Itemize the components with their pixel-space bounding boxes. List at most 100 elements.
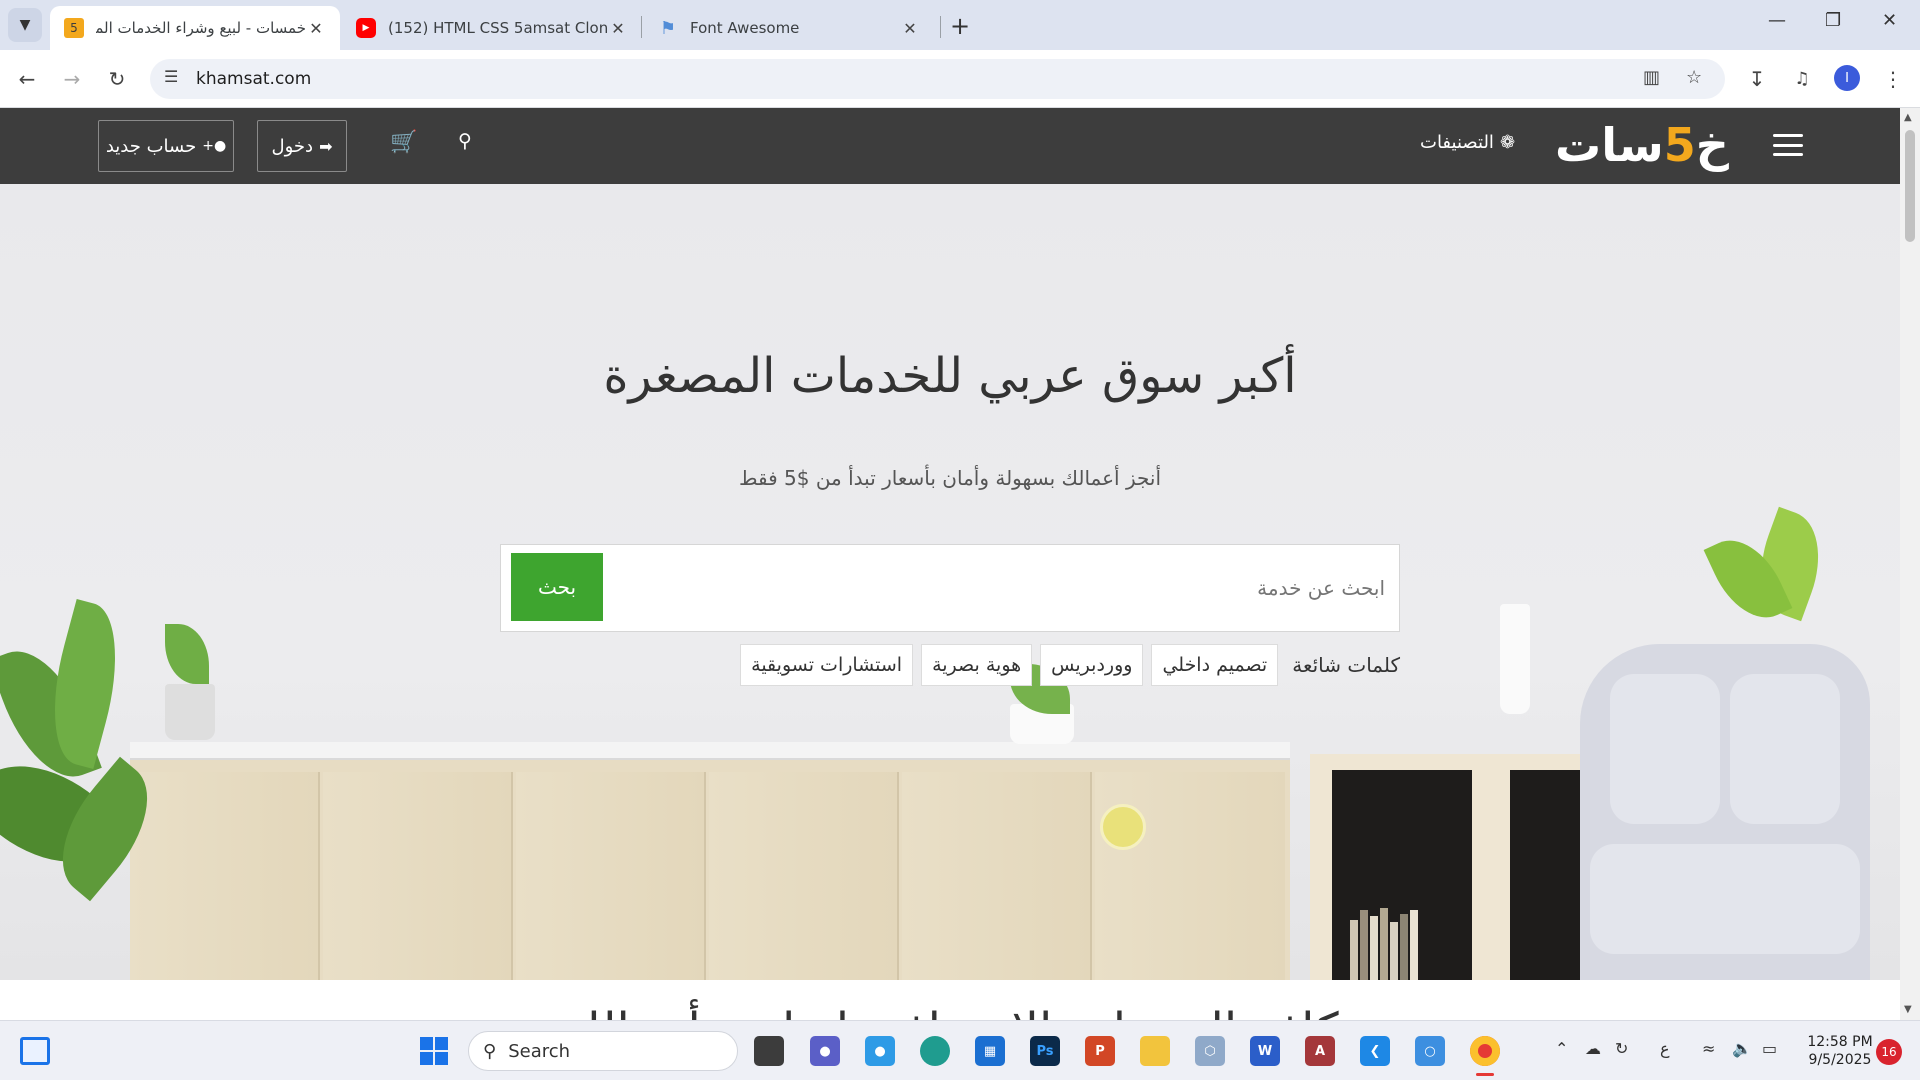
- categories-label: التصنيفات: [1420, 132, 1494, 153]
- keyword-tag[interactable]: هوية بصرية: [921, 644, 1033, 686]
- service-search-box: بحث: [500, 544, 1400, 632]
- browser-toolbar: ← → ↻ ☰ khamsat.com ▥ ☆ ↧ ♫ I ⋮: [0, 50, 1920, 108]
- pot-decoration: [165, 684, 215, 740]
- keyword-tag[interactable]: ووردبريس: [1040, 644, 1144, 686]
- menu-kebab-icon[interactable]: ⋮: [1876, 62, 1910, 96]
- site-info-icon[interactable]: ☰: [164, 67, 178, 86]
- keyword-tag[interactable]: استشارات تسويقية: [740, 644, 914, 686]
- search-submit-button[interactable]: بحث: [511, 553, 603, 621]
- reload-icon[interactable]: ↻: [100, 62, 134, 96]
- categories-link[interactable]: ❁ التصنيفات: [1420, 132, 1515, 153]
- access-icon[interactable]: A: [1305, 1036, 1335, 1066]
- profile-avatar[interactable]: I: [1834, 65, 1860, 91]
- tab-title: Font Awesome: [690, 19, 800, 37]
- hero-title: أكبر سوق عربي للخدمات المصغرة: [603, 348, 1297, 404]
- sync-icon[interactable]: ↻: [1615, 1039, 1628, 1058]
- taskbar-search-label: Search: [508, 1040, 571, 1062]
- chevron-down-icon: ▼: [19, 17, 31, 33]
- close-tab-icon[interactable]: ✕: [306, 19, 326, 38]
- word-icon[interactable]: W: [1250, 1036, 1280, 1066]
- store-icon[interactable]: ▦: [975, 1036, 1005, 1066]
- login-button[interactable]: ➡ دخول: [257, 120, 347, 172]
- page-scrollbar[interactable]: ▲ ▼: [1900, 108, 1920, 1020]
- tab-font-awesome[interactable]: ⚑ Font Awesome ✕: [644, 6, 934, 50]
- clock-time: 12:58 PM: [1807, 1034, 1873, 1050]
- logo-five: 5: [1663, 118, 1696, 172]
- bookmark-star-icon[interactable]: ☆: [1686, 67, 1702, 88]
- login-label: دخول: [271, 135, 314, 157]
- signup-button[interactable]: ●+ حساب جديد: [98, 120, 234, 172]
- scroll-down-icon[interactable]: ▼: [1904, 1004, 1912, 1015]
- restore-icon[interactable]: ❐: [1825, 10, 1841, 31]
- tab-separator: [940, 16, 941, 38]
- scrollbar-thumb[interactable]: [1905, 130, 1915, 242]
- onedrive-icon[interactable]: ☁: [1585, 1039, 1601, 1058]
- site-header: خ5سات ❁ التصنيفات ⚲ 🛒 ➡ دخول ●+ حساب جدي…: [0, 108, 1900, 184]
- tab-youtube[interactable]: ▶ (152) HTML CSS 5amsat Clone ✕: [342, 6, 642, 50]
- volume-icon[interactable]: 🔈: [1732, 1039, 1752, 1058]
- task-view-icon[interactable]: [754, 1036, 784, 1066]
- quick-assist-icon[interactable]: ○: [1415, 1036, 1445, 1066]
- service-search-input[interactable]: [685, 545, 1385, 631]
- photoshop-icon[interactable]: Ps: [1030, 1036, 1060, 1066]
- download-icon[interactable]: ↧: [1740, 62, 1774, 96]
- logo-letter: خ: [1695, 118, 1729, 172]
- khamsat-logo[interactable]: خ5سات: [1555, 118, 1729, 172]
- signup-label: حساب جديد: [105, 135, 197, 157]
- browser-tab-bar: ▼ 5 خمسات - لبيع وشراء الخدمات المصغرة ✕…: [0, 0, 1920, 50]
- flag-icon: ⚑: [659, 17, 677, 39]
- file-explorer-icon[interactable]: [1140, 1036, 1170, 1066]
- clock-decoration: [1100, 804, 1146, 850]
- tab-separator: [641, 16, 642, 38]
- keyword-tag[interactable]: تصميم داخلي: [1151, 644, 1279, 686]
- tab-title: خمسات - لبيع وشراء الخدمات المصغرة: [96, 19, 306, 37]
- close-window-icon[interactable]: ✕: [1882, 10, 1897, 31]
- virtualbox-icon[interactable]: ⬡: [1195, 1036, 1225, 1066]
- search-icon[interactable]: ⚲: [458, 130, 472, 152]
- notification-badge[interactable]: 16: [1876, 1039, 1902, 1065]
- powerpoint-icon[interactable]: P: [1085, 1036, 1115, 1066]
- search-icon: ⚲: [483, 1040, 497, 1062]
- shopping-cart-icon[interactable]: 🛒: [390, 130, 417, 155]
- hamburger-menu-icon[interactable]: [1773, 134, 1803, 156]
- windows-taskbar: ⚲ Search ● ● ▦ Ps P ⬡ W A ❮ ○ ⌃ ☁ ↻ ع ≈ …: [0, 1020, 1920, 1080]
- taskbar-search[interactable]: ⚲ Search: [468, 1031, 738, 1071]
- taskbar-clock[interactable]: 12:58 PM 9/5/2025: [1800, 1033, 1880, 1069]
- tab-title: (152) HTML CSS 5amsat Clone: [388, 19, 608, 37]
- media-control-icon[interactable]: ♫: [1785, 62, 1819, 96]
- plant-decoration: [165, 624, 209, 684]
- logo-letters: سات: [1555, 118, 1664, 172]
- widgets-icon[interactable]: [20, 1037, 50, 1065]
- close-tab-icon[interactable]: ✕: [608, 19, 628, 38]
- scroll-up-icon[interactable]: ▲: [1904, 112, 1912, 123]
- teams-icon[interactable]: ●: [810, 1036, 840, 1066]
- url-text[interactable]: khamsat.com: [196, 69, 311, 89]
- web-page: خ5سات ❁ التصنيفات ⚲ 🛒 ➡ دخول ●+ حساب جدي…: [0, 108, 1900, 1020]
- youtube-icon: ▶: [356, 18, 376, 38]
- section-title: كافة الخدمات الاحترافية لتطوير أعمالك: [0, 1003, 1900, 1020]
- popular-keywords: كلمات شائعة تصميم داخلي ووردبريس هوية بص…: [500, 642, 1400, 688]
- close-tab-icon[interactable]: ✕: [900, 19, 920, 38]
- minimize-icon[interactable]: —: [1768, 10, 1786, 31]
- show-hidden-icons-icon[interactable]: ⌃: [1555, 1039, 1568, 1058]
- start-windows-icon[interactable]: [420, 1037, 448, 1065]
- edge-icon[interactable]: [920, 1036, 950, 1066]
- new-tab-plus-icon[interactable]: +: [950, 12, 970, 40]
- chrome-icon[interactable]: [1470, 1036, 1500, 1066]
- active-app-indicator: [1476, 1073, 1494, 1076]
- photos-icon[interactable]: ●: [865, 1036, 895, 1066]
- address-bar[interactable]: ☰ khamsat.com ▥ ☆: [150, 59, 1725, 99]
- cubes-icon: ❁: [1499, 132, 1516, 153]
- vscode-icon[interactable]: ❮: [1360, 1036, 1390, 1066]
- language-indicator[interactable]: ع: [1660, 1039, 1670, 1058]
- wifi-icon[interactable]: ≈: [1702, 1039, 1715, 1058]
- popular-keywords-label: كلمات شائعة: [1292, 653, 1400, 677]
- tab-list-button[interactable]: ▼: [8, 8, 42, 42]
- hero-section: أكبر سوق عربي للخدمات المصغرة أنجز أعمال…: [0, 184, 1900, 980]
- battery-icon[interactable]: ▭: [1762, 1039, 1777, 1058]
- translate-icon[interactable]: ▥: [1643, 67, 1660, 88]
- shelf-top-decoration: [130, 742, 1290, 760]
- forward-arrow-icon[interactable]: →: [55, 62, 89, 96]
- back-arrow-icon[interactable]: ←: [10, 62, 44, 96]
- tab-khamsat[interactable]: 5 خمسات - لبيع وشراء الخدمات المصغرة ✕: [50, 6, 340, 50]
